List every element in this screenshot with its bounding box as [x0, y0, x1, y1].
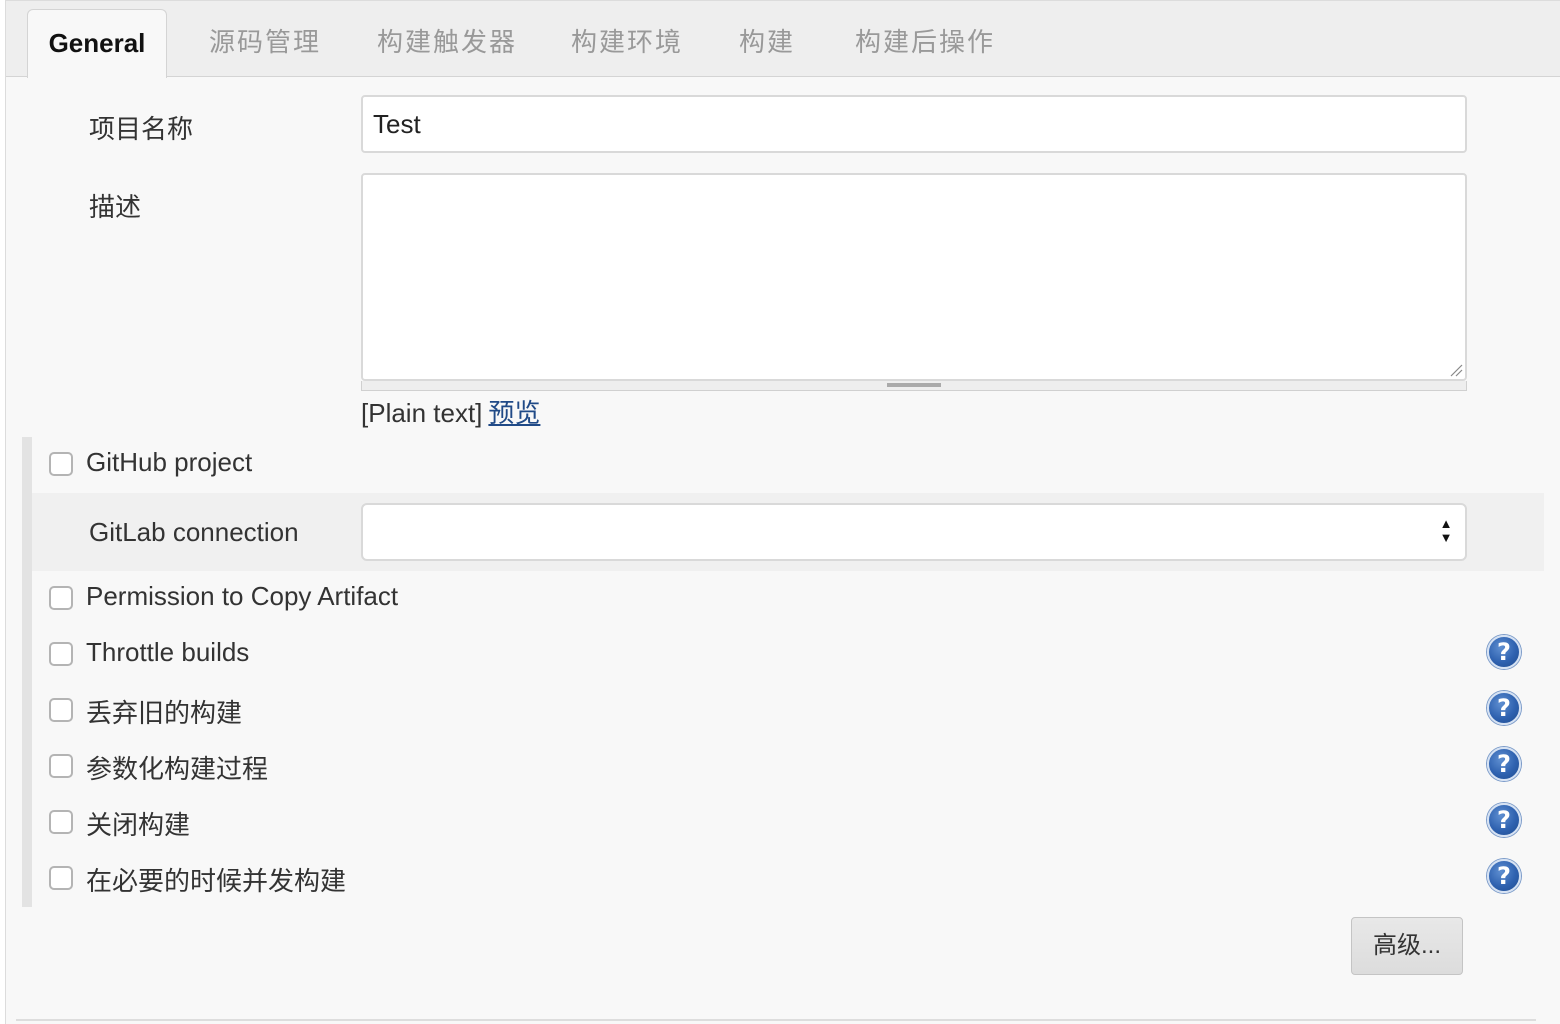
- help-icon[interactable]: ?: [1487, 691, 1521, 725]
- help-icon[interactable]: ?: [1487, 635, 1521, 669]
- option-disable-build: 关闭构建 ?: [32, 803, 1552, 843]
- option-discard-old-builds: 丢弃旧的构建 ?: [32, 691, 1552, 731]
- disable-build-checkbox[interactable]: [49, 810, 73, 834]
- tab-build-environment[interactable]: 构建环境: [571, 27, 683, 57]
- concurrent-builds-label: 在必要的时候并发构建: [86, 866, 347, 896]
- help-icon[interactable]: ?: [1487, 803, 1521, 837]
- tab-post-build-actions[interactable]: 构建后操作: [855, 27, 995, 57]
- github-project-label: GitHub project: [86, 447, 253, 477]
- grip-icon: [887, 383, 941, 387]
- textarea-resize-bar[interactable]: [361, 381, 1467, 391]
- option-permission-copy-artifact: Permission to Copy Artifact: [32, 579, 1552, 619]
- select-updown-icon: ▲ ▼: [1439, 516, 1453, 545]
- tab-build[interactable]: 构建: [739, 27, 795, 57]
- tab-bar: General 源码管理 构建触发器 构建环境 构建 构建后操作: [6, 1, 1560, 78]
- github-project-checkbox[interactable]: [49, 452, 73, 476]
- options-section-marker: [22, 437, 32, 907]
- project-name-input[interactable]: [361, 95, 1467, 153]
- tab-source-code-management[interactable]: 源码管理: [209, 27, 321, 57]
- option-parameterized: 参数化构建过程 ?: [32, 747, 1552, 787]
- disable-build-label: 关闭构建: [86, 810, 191, 840]
- parameterized-checkbox[interactable]: [49, 754, 73, 778]
- gitlab-connection-label: GitLab connection: [89, 517, 299, 547]
- discard-old-builds-checkbox[interactable]: [49, 698, 73, 722]
- config-panel: General 源码管理 构建触发器 构建环境 构建 构建后操作 项目名称 描述…: [5, 0, 1560, 1024]
- tab-general[interactable]: General: [27, 9, 167, 78]
- option-throttle-builds: Throttle builds ?: [32, 635, 1552, 675]
- permission-copy-artifact-checkbox[interactable]: [49, 586, 73, 610]
- discard-old-builds-label: 丢弃旧的构建: [86, 698, 243, 728]
- concurrent-builds-checkbox[interactable]: [49, 866, 73, 890]
- project-name-label: 项目名称: [89, 114, 194, 144]
- option-concurrent-builds: 在必要的时候并发构建 ?: [32, 859, 1552, 899]
- resize-handle-icon[interactable]: [1449, 363, 1463, 377]
- description-label: 描述: [89, 192, 142, 222]
- throttle-builds-label: Throttle builds: [86, 637, 250, 667]
- advanced-button[interactable]: 高级...: [1351, 917, 1463, 975]
- option-github-project: GitHub project: [32, 445, 1552, 485]
- permission-copy-artifact-label: Permission to Copy Artifact: [86, 581, 399, 611]
- gitlab-connection-row: GitLab connection ▲ ▼: [32, 493, 1544, 571]
- description-format: [Plain text] 预览: [361, 393, 540, 430]
- tab-build-triggers[interactable]: 构建触发器: [377, 27, 517, 57]
- description-textarea[interactable]: [361, 173, 1467, 381]
- section-divider: [16, 1019, 1536, 1021]
- preview-link[interactable]: 预览: [488, 398, 540, 428]
- format-label: [Plain text]: [361, 398, 483, 428]
- help-icon[interactable]: ?: [1487, 859, 1521, 893]
- help-icon[interactable]: ?: [1487, 747, 1521, 781]
- throttle-builds-checkbox[interactable]: [49, 642, 73, 666]
- parameterized-label: 参数化构建过程: [86, 754, 269, 784]
- gitlab-connection-select[interactable]: ▲ ▼: [361, 503, 1467, 561]
